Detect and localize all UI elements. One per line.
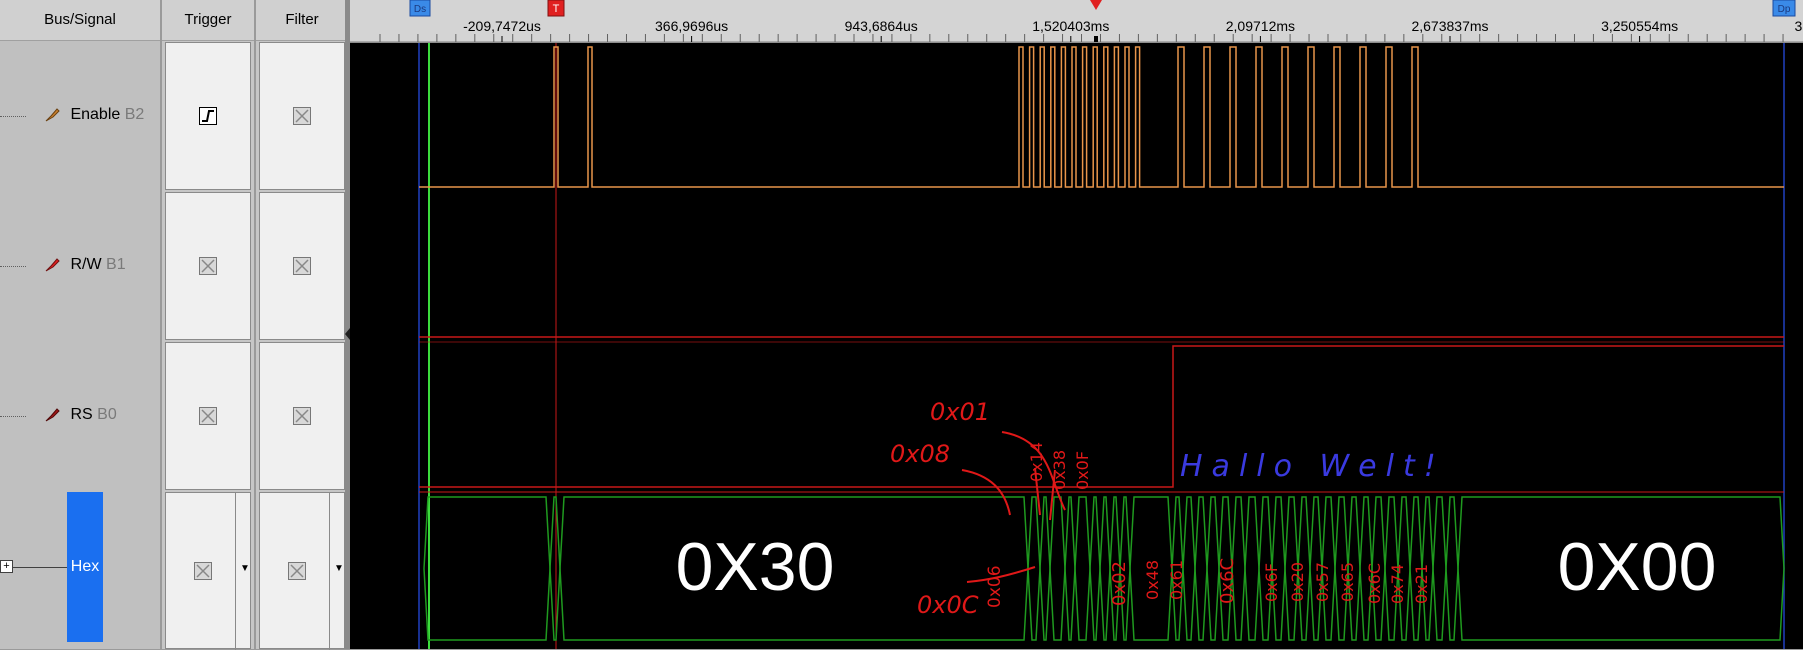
trigger-cell-enable[interactable] — [165, 42, 251, 190]
annotation-data-6: 0x57 — [1313, 562, 1332, 602]
annotation-data-3: 0x6C — [1217, 558, 1238, 604]
ruler-tick-label: 943,6864us — [845, 18, 918, 34]
tree-connector — [0, 116, 26, 117]
probe-icon — [45, 108, 60, 122]
annotation-data-8: 0x6C — [1365, 563, 1384, 604]
signal-name: Enable — [70, 106, 121, 123]
waveform-view[interactable]: -209,7472us 366,9696us 943,6864us 1,520403m… — [350, 0, 1803, 649]
reference-tick — [1094, 36, 1098, 42]
bus-format-hex-button[interactable]: Hex — [67, 492, 103, 642]
dont-care-filter-icon — [293, 107, 311, 125]
signal-name: RS — [70, 406, 93, 423]
ruler-tick-label: 3,82727ms — [1795, 18, 1803, 34]
annotation-cmd-8: 0x0F — [1073, 451, 1092, 490]
signal-channel: B2 — [124, 106, 145, 123]
signal-row-rs[interactable]: RS B0 — [44, 406, 117, 424]
annotation-data-2: 0x61 — [1167, 560, 1186, 600]
tree-connector — [13, 567, 67, 568]
end-marker-label: Dp — [1778, 4, 1791, 15]
trigger-marker-label: T — [553, 3, 560, 15]
signal-name: R/W — [70, 256, 102, 273]
dont-care-filter-icon — [288, 561, 306, 580]
dont-care-trigger-icon — [199, 407, 217, 425]
dropdown-separator — [329, 493, 330, 650]
trigger-cell-bus[interactable]: ▼ — [165, 492, 251, 650]
dropdown-separator — [235, 493, 236, 650]
filter-header[interactable]: Filter — [256, 0, 348, 41]
trigger-column: Trigger ▼ — [162, 0, 254, 650]
chevron-down-icon[interactable]: ▼ — [240, 563, 250, 574]
bus-value-first: 0X30 — [676, 529, 835, 605]
annotation-cmd-5: 0x02 — [1109, 561, 1130, 606]
bus-expand-toggle[interactable]: + — [0, 560, 13, 573]
dont-care-trigger-icon — [194, 561, 212, 580]
annotation-cmd-2: 0x08 — [890, 440, 950, 468]
annotation-data-4: 0x6F — [1262, 563, 1281, 602]
ruler-tick-label: 1,520403ms — [1032, 18, 1109, 34]
annotation-data-1: 0x48 — [1143, 560, 1162, 600]
signal-row-rw[interactable]: R/W B1 — [44, 256, 126, 274]
dont-care-trigger-icon — [199, 257, 217, 275]
filter-cell-enable[interactable] — [259, 42, 345, 190]
ruler-tick-label: 366,9696us — [655, 18, 728, 34]
filter-cell-rs[interactable] — [259, 342, 345, 490]
signal-channel: B0 — [97, 406, 117, 423]
probe-icon — [45, 258, 60, 272]
probe-icon — [45, 408, 60, 422]
dont-care-filter-icon — [293, 407, 311, 425]
dont-care-filter-icon — [293, 257, 311, 275]
annotation-cmd-3: 0x0C — [917, 591, 979, 619]
start-marker-label: Ds — [414, 4, 426, 15]
trigger-cell-rs[interactable] — [165, 342, 251, 490]
annotation-data-7: 0x65 — [1338, 562, 1357, 602]
ruler-tick-label: 2,673837ms — [1411, 18, 1488, 34]
ruler-tick-label: 2,09712ms — [1226, 18, 1295, 34]
ruler-tick-label: 3,250554ms — [1601, 18, 1678, 34]
bus-value-last: 0X00 — [1558, 529, 1717, 605]
filter-column: Filter ▼ — [256, 0, 348, 650]
annotation-text: Hallo Welt! — [1180, 449, 1445, 484]
tree-connector — [0, 416, 26, 417]
annotation-cmd-1: 0x01 — [930, 398, 990, 426]
signal-channel: B1 — [106, 256, 126, 273]
ruler-tick-label: -209,7472us — [463, 18, 541, 34]
annotation-data-10: 0x21 — [1412, 564, 1431, 604]
rising-edge-trigger-icon — [199, 107, 217, 125]
signal-row-enable[interactable]: Enable B2 — [44, 106, 144, 124]
annotation-data-9: 0x74 — [1388, 564, 1407, 604]
chevron-down-icon[interactable]: ▼ — [334, 563, 344, 574]
annotation-cmd-4: 0x06 — [985, 565, 1005, 608]
filter-cell-bus[interactable]: ▼ — [259, 492, 345, 650]
trigger-header[interactable]: Trigger — [162, 0, 254, 41]
trigger-cell-rw[interactable] — [165, 192, 251, 340]
tree-connector — [0, 266, 26, 267]
filter-cell-rw[interactable] — [259, 192, 345, 340]
bus-signal-header[interactable]: Bus/Signal — [0, 0, 160, 41]
signal-panel: Bus/Signal Enable B2 R/W B1 RS B0 + Hex — [0, 0, 160, 649]
annotation-data-5: 0x20 — [1288, 562, 1307, 602]
